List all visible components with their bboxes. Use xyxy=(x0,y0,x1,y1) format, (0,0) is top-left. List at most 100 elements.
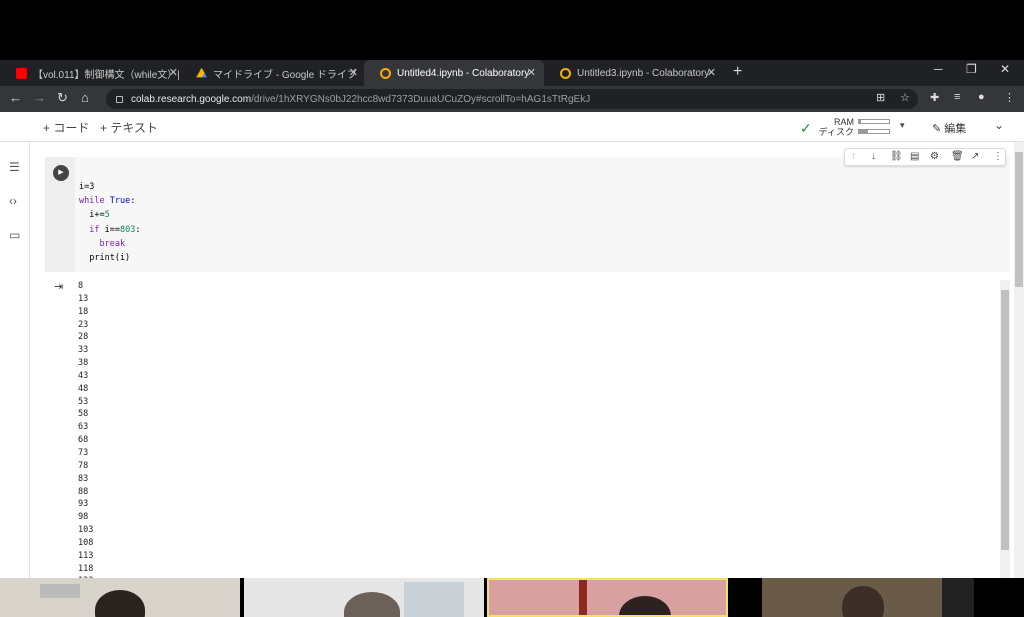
dropdown-icon[interactable]: ▾ xyxy=(900,120,905,131)
code-editor[interactable]: i=3 while True: i+=5 if i==803: break pri… xyxy=(79,180,140,265)
output-icon[interactable]: ⇥ xyxy=(54,280,63,293)
close-icon[interactable]: ✕ xyxy=(527,66,536,79)
new-tab-button[interactable]: + xyxy=(733,63,742,81)
table-of-contents-icon[interactable]: ☰ xyxy=(9,160,20,174)
output-line: 53 xyxy=(78,396,89,407)
colab-page: + コード + テキスト ✓ RAM ディスク ▾ ✎ 編集 ⌄ ☰ ‹› ▭ … xyxy=(0,112,1024,617)
home-icon[interactable]: ⌂ xyxy=(81,90,89,105)
comment-icon[interactable]: ▤ xyxy=(910,151,919,162)
profile-icon[interactable]: ● xyxy=(978,91,985,103)
top-black-bar xyxy=(0,0,1024,60)
output-line: 8 xyxy=(78,281,84,291)
edit-label: 編集 xyxy=(944,123,967,135)
ram-label: RAM xyxy=(834,117,854,127)
ram-disk-indicator[interactable]: ✓ RAM ディスク ▾ xyxy=(800,116,910,138)
output-line: 113 xyxy=(78,550,94,561)
settings-gear-icon[interactable]: ⚙ xyxy=(930,151,939,162)
output-line: 33 xyxy=(78,345,89,356)
colab-icon xyxy=(560,67,571,79)
page-scrollbar[interactable] xyxy=(1014,142,1024,617)
close-icon[interactable]: ✕ xyxy=(707,66,716,79)
output-line: 18 xyxy=(78,306,89,317)
code-line: i=3 xyxy=(79,182,95,192)
youtube-icon xyxy=(16,67,27,79)
output-line: 68 xyxy=(78,435,89,446)
tab-title: マイドライブ - Google ドライブ xyxy=(213,69,357,81)
video-tile-active xyxy=(487,578,728,617)
output-line: 88 xyxy=(78,486,89,497)
code-line: print(i) xyxy=(79,253,131,264)
video-tile-1 xyxy=(0,578,240,617)
colab-icon xyxy=(380,67,391,79)
cell-gutter: ▶ xyxy=(45,157,75,272)
colab-toolbar: + コード + テキスト ✓ RAM ディスク ▾ ✎ 編集 ⌄ xyxy=(0,112,1024,142)
connected-check-icon: ✓ xyxy=(800,120,812,136)
browser-tab-youtube[interactable]: 【vol.011】制御構文（while文）| ✕ xyxy=(0,60,186,86)
code-line: i+=5 xyxy=(79,210,110,221)
add-code-button[interactable]: + コード xyxy=(43,119,89,136)
video-tile-2 xyxy=(244,578,484,617)
google-drive-icon xyxy=(196,67,207,78)
minimize-icon[interactable]: ─ xyxy=(934,62,943,76)
open-external-icon[interactable]: ↗ xyxy=(971,151,979,162)
video-call-strip xyxy=(0,578,1024,617)
browser-tab-untitled4[interactable]: Untitled4.ipynb - Colaboratory ✕ xyxy=(364,60,544,86)
tab-title: 【vol.011】制御構文（while文）| xyxy=(33,69,180,81)
browser-tab-strip: 【vol.011】制御構文（while文）| ✕ マイドライブ - Google… xyxy=(0,60,1024,86)
colab-sidebar: ☰ ‹› ▭ xyxy=(0,142,30,617)
back-icon[interactable]: ← xyxy=(9,90,22,105)
menu-icon[interactable]: ⋮ xyxy=(1004,91,1015,104)
ram-bar xyxy=(858,119,890,124)
url-host: colab.research.google.com xyxy=(131,93,252,105)
browser-tab-drive[interactable]: マイドライブ - Google ドライブ ✕ xyxy=(180,60,366,86)
output-line: 63 xyxy=(78,422,89,433)
link-icon[interactable]: ⛓ xyxy=(890,151,903,162)
cell-toolbar: ↑ ↓ ⛓ ▤ ⚙ 🗑 ↗ ⋮ xyxy=(844,148,1006,166)
media-icon[interactable]: ≡ xyxy=(954,91,960,103)
add-text-button[interactable]: + テキスト xyxy=(100,119,158,136)
more-icon[interactable]: ⋮ xyxy=(993,151,1003,162)
output-line: 38 xyxy=(78,358,89,369)
tab-title: Untitled4.ipynb - Colaboratory xyxy=(397,67,530,79)
files-folder-icon[interactable]: ▭ xyxy=(9,228,20,242)
edit-mode-button[interactable]: ✎ 編集 xyxy=(932,120,966,136)
reload-icon[interactable]: ↻ xyxy=(57,90,68,106)
disk-label: ディスク xyxy=(818,127,854,137)
video-tile-4 xyxy=(762,578,942,617)
code-line: break xyxy=(99,238,126,249)
output-line: 43 xyxy=(78,370,89,381)
code-cell[interactable]: ▶ i=3 while True: i+=5 if i==803: break p… xyxy=(45,157,1010,272)
browser-tab-untitled3[interactable]: Untitled3.ipynb - Colaboratory ✕ xyxy=(544,60,724,86)
collapse-chevron-icon[interactable]: ⌄ xyxy=(994,118,1004,132)
output-line: 48 xyxy=(78,383,89,394)
output-line: 83 xyxy=(78,473,89,484)
code-snippets-icon[interactable]: ‹› xyxy=(9,194,17,208)
close-icon[interactable]: ✕ xyxy=(349,66,358,79)
output-line: 118 xyxy=(78,563,94,574)
close-icon[interactable]: ✕ xyxy=(169,66,178,79)
output-line: 23 xyxy=(78,319,89,330)
move-up-icon[interactable]: ↑ xyxy=(851,151,856,162)
restore-icon[interactable]: ❐ xyxy=(966,62,977,76)
disk-bar xyxy=(858,129,890,134)
lock-icon xyxy=(116,95,123,103)
output-line: 93 xyxy=(78,499,89,510)
translate-icon[interactable]: ⊞ xyxy=(876,91,885,104)
output-line: 98 xyxy=(78,512,89,523)
close-window-icon[interactable]: ✕ xyxy=(1000,62,1010,76)
url-path: /drive/1hXRYGNs0bJ22hcc8wd7373DuuaUCuZOy… xyxy=(251,93,591,105)
output-line: 73 xyxy=(78,447,89,458)
run-cell-button[interactable]: ▶ xyxy=(53,165,69,181)
bookmark-star-icon[interactable]: ☆ xyxy=(900,91,910,104)
code-line: while True: xyxy=(79,196,136,207)
delete-icon[interactable]: 🗑 xyxy=(951,151,964,162)
output-line: 103 xyxy=(78,525,94,536)
extensions-icon[interactable]: ✚ xyxy=(930,91,939,104)
address-bar[interactable]: colab.research.google.com /drive/1hXRYGN… xyxy=(106,89,918,109)
forward-icon[interactable]: → xyxy=(33,90,46,105)
output-line: 28 xyxy=(78,332,89,343)
output-line: 108 xyxy=(78,537,94,548)
move-down-icon[interactable]: ↓ xyxy=(871,151,876,162)
output-scrollbar[interactable] xyxy=(1000,280,1010,580)
tab-title: Untitled3.ipynb - Colaboratory xyxy=(577,67,710,79)
